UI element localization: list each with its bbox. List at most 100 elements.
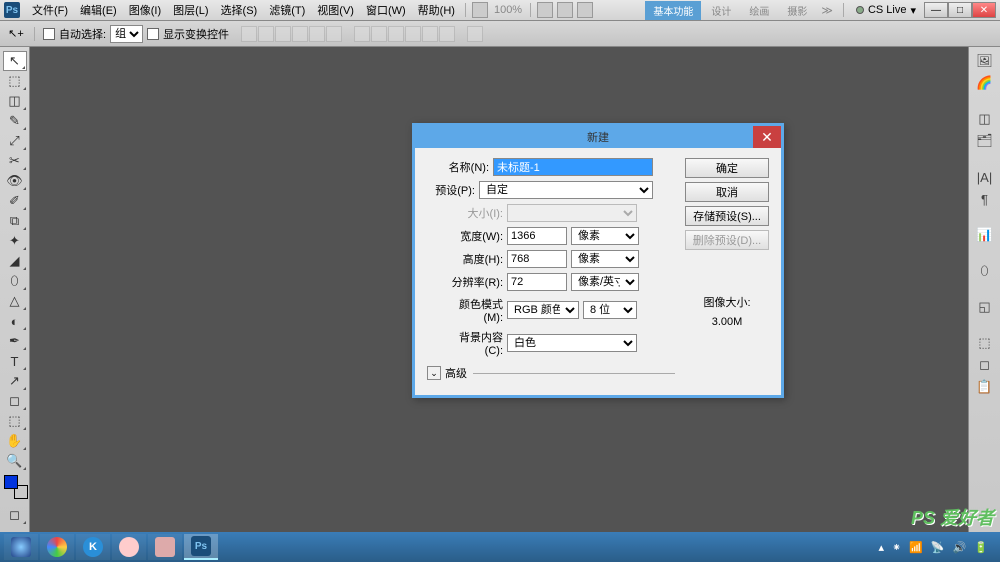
resolution-input[interactable] [507, 273, 567, 291]
menu-window[interactable]: 窗口(W) [360, 0, 412, 20]
pen-tool[interactable]: ✒ [3, 331, 27, 351]
name-input[interactable] [493, 158, 653, 176]
wifi-icon[interactable]: 📶 [909, 541, 923, 554]
minibridge-panel-icon[interactable]: 🖼 [973, 51, 997, 71]
menu-view[interactable]: 视图(V) [311, 0, 360, 20]
taskbar-kugou[interactable]: K [76, 534, 110, 560]
align-vcenter-icon[interactable] [258, 26, 274, 42]
gradient-tool[interactable]: ⬯ [3, 271, 27, 291]
minimize-button[interactable]: — [924, 2, 948, 18]
menu-file[interactable]: 文件(F) [26, 0, 74, 20]
color-panel-icon[interactable]: 🌈 [973, 73, 997, 93]
paths-panel-icon[interactable]: 📋 [973, 377, 997, 397]
advanced-toggle[interactable]: ⌄ 高级 [427, 365, 675, 381]
character-panel-icon[interactable]: |A| [973, 167, 997, 187]
layers-panel-icon[interactable]: ⬚ [973, 333, 997, 353]
height-input[interactable] [507, 250, 567, 268]
screen-mode-icon[interactable] [577, 2, 593, 18]
blur-tool[interactable]: △ [3, 291, 27, 311]
align-right-icon[interactable] [326, 26, 342, 42]
maximize-button[interactable]: □ [948, 2, 972, 18]
bitdepth-dropdown[interactable]: 8 位 [583, 301, 637, 319]
color-swatches[interactable] [4, 475, 28, 499]
dist-left-icon[interactable] [405, 26, 421, 42]
dodge-tool[interactable]: ◐ [3, 311, 27, 331]
hand-tool[interactable]: ✋ [3, 431, 27, 451]
align-bottom-icon[interactable] [275, 26, 291, 42]
adjustments-panel-icon[interactable]: 📊 [973, 225, 997, 245]
zoom-tool[interactable]: 🔍 [3, 451, 27, 471]
dialog-title-bar[interactable]: 新建 ✕ [415, 126, 781, 148]
network-icon[interactable]: 📡 [931, 541, 945, 554]
dialog-close-button[interactable]: ✕ [753, 126, 781, 148]
menu-filter[interactable]: 滤镜(T) [263, 0, 311, 20]
taskbar-app2[interactable] [148, 534, 182, 560]
3d-tool[interactable]: ⬚ [3, 411, 27, 431]
taskbar-chrome[interactable] [40, 534, 74, 560]
view-extras-icon[interactable] [537, 2, 553, 18]
wand-tool[interactable]: ✎ [3, 111, 27, 131]
navigator-panel-icon[interactable]: ◱ [973, 297, 997, 317]
align-top-icon[interactable] [241, 26, 257, 42]
swatches-panel-icon[interactable]: ◫ [973, 109, 997, 129]
arrange-docs-icon[interactable] [557, 2, 573, 18]
text-tool[interactable]: T [3, 351, 27, 371]
zoom-level[interactable]: 100% [490, 2, 526, 18]
workspace-more-icon[interactable]: ≫ [817, 4, 837, 17]
menu-image[interactable]: 图像(I) [123, 0, 167, 20]
system-tray[interactable]: ▴ ⁕ 📶 📡 🔊 🔋 [878, 541, 996, 554]
start-button[interactable] [4, 534, 38, 560]
channels-panel-icon[interactable]: ◻ [973, 355, 997, 375]
menu-layer[interactable]: 图层(L) [167, 0, 214, 20]
taskbar-app1[interactable] [112, 534, 146, 560]
stamp-tool[interactable]: ⧉ [3, 211, 27, 231]
move-tool[interactable]: ↖ [3, 51, 27, 71]
auto-align-icon[interactable] [467, 26, 483, 42]
styles-panel-icon[interactable]: 🗂 [973, 131, 997, 151]
eraser-tool[interactable]: ◢ [3, 251, 27, 271]
dist-hcenter-icon[interactable] [422, 26, 438, 42]
launch-bridge-icon[interactable] [472, 2, 488, 18]
align-left-icon[interactable] [292, 26, 308, 42]
heal-tool[interactable]: 👁 [3, 171, 27, 191]
masks-panel-icon[interactable]: ⬯ [973, 261, 997, 281]
ok-button[interactable]: 确定 [685, 158, 769, 178]
colormode-dropdown[interactable]: RGB 颜色 [507, 301, 579, 319]
preset-dropdown[interactable]: 自定 [479, 181, 653, 199]
lasso-tool[interactable]: ◫ [3, 91, 27, 111]
align-hcenter-icon[interactable] [309, 26, 325, 42]
volume-icon[interactable]: 🔊 [953, 541, 967, 554]
workspace-paint[interactable]: 绘画 [741, 1, 777, 20]
autoselect-checkbox[interactable] [43, 28, 55, 40]
close-button[interactable]: ✕ [972, 2, 996, 18]
history-brush-tool[interactable]: ✦ [3, 231, 27, 251]
marquee-tool[interactable]: ⬚ [3, 71, 27, 91]
save-preset-button[interactable]: 存储预设(S)... [685, 206, 769, 226]
battery-icon[interactable]: 🔋 [974, 541, 988, 554]
quickmask-tool[interactable]: ◻ [3, 505, 27, 525]
show-transform-checkbox[interactable] [147, 28, 159, 40]
tray-up-icon[interactable]: ▴ [878, 541, 884, 554]
shape-tool[interactable]: ◻ [3, 391, 27, 411]
workspace-photo[interactable]: 摄影 [779, 1, 815, 20]
workspace-essentials[interactable]: 基本功能 [645, 1, 701, 20]
dist-bottom-icon[interactable] [388, 26, 404, 42]
resolution-unit-dropdown[interactable]: 像素/英寸 [571, 273, 639, 291]
crop-tool[interactable]: ⤢ [3, 131, 27, 151]
brush-tool[interactable]: ✐ [3, 191, 27, 211]
menu-help[interactable]: 帮助(H) [412, 0, 461, 20]
taskbar-photoshop[interactable]: Ps [184, 534, 218, 560]
foreground-color-swatch[interactable] [4, 475, 18, 489]
dist-top-icon[interactable] [354, 26, 370, 42]
workspace-design[interactable]: 设计 [703, 1, 739, 20]
menu-edit[interactable]: 编辑(E) [74, 0, 123, 20]
width-unit-dropdown[interactable]: 像素 [571, 227, 639, 245]
menu-select[interactable]: 选择(S) [215, 0, 264, 20]
cancel-button[interactable]: 取消 [685, 182, 769, 202]
eyedropper-tool[interactable]: ✂ [3, 151, 27, 171]
dist-right-icon[interactable] [439, 26, 455, 42]
background-dropdown[interactable]: 白色 [507, 334, 637, 352]
height-unit-dropdown[interactable]: 像素 [571, 250, 639, 268]
width-input[interactable] [507, 227, 567, 245]
bluetooth-icon[interactable]: ⁕ [892, 541, 901, 554]
